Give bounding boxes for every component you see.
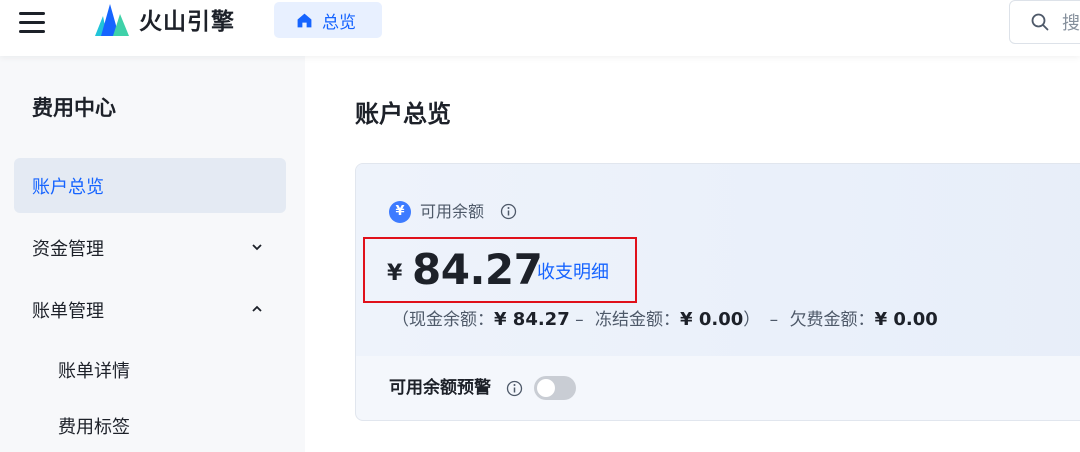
available-balance-amount: 84.27 bbox=[412, 245, 543, 294]
transaction-details-link[interactable]: 收支明细 bbox=[537, 258, 609, 284]
sidebar-item-account-overview[interactable]: 账户总览 bbox=[14, 158, 286, 213]
sidebar: 费用中心 账户总览 资金管理 账单管理 账单详情 费用标签 bbox=[0, 56, 305, 452]
sidebar-item-label: 账户总览 bbox=[32, 176, 104, 198]
debt-amount-label: 欠费金额： bbox=[789, 310, 875, 330]
home-icon bbox=[297, 13, 312, 27]
yen-icon: ¥ bbox=[389, 201, 411, 223]
search-icon bbox=[1031, 13, 1049, 31]
balance-breakdown: （现金余额：¥ 84.27 – 冻结金额：¥ 0.00） – 欠费金额：¥ 0.… bbox=[392, 308, 938, 332]
breakdown-close: ） bbox=[743, 310, 761, 330]
breakdown-sep: – bbox=[569, 310, 590, 330]
frozen-amount-value: ¥ 0.00 bbox=[680, 309, 744, 330]
top-bar: 火山引擎 总览 搜 bbox=[0, 0, 1080, 56]
tab-overview[interactable]: 总览 bbox=[274, 2, 382, 38]
search-placeholder: 搜 bbox=[1062, 13, 1080, 34]
balance-alert-toggle[interactable] bbox=[534, 376, 576, 400]
frozen-amount-label: 冻结金额： bbox=[595, 310, 681, 330]
balance-alert-label: 可用余额预警 bbox=[389, 378, 491, 398]
info-icon[interactable] bbox=[506, 380, 523, 397]
sidebar-subitem-cost-tags[interactable]: 费用标签 bbox=[58, 413, 130, 439]
breakdown-sep: – bbox=[764, 310, 784, 330]
sidebar-subitem-bill-details[interactable]: 账单详情 bbox=[58, 357, 130, 383]
cash-balance-value: ¥ 84.27 bbox=[494, 309, 570, 330]
sidebar-item-label: 账单管理 bbox=[32, 300, 104, 322]
available-balance-label: 可用余额 bbox=[420, 202, 485, 221]
sidebar-item-fund-management[interactable]: 资金管理 bbox=[14, 220, 286, 275]
tab-overview-label: 总览 bbox=[322, 12, 356, 33]
menu-icon[interactable] bbox=[19, 10, 47, 34]
search-input[interactable]: 搜 bbox=[1009, 0, 1080, 44]
info-icon[interactable] bbox=[500, 203, 517, 220]
brand-name[interactable]: 火山引擎 bbox=[139, 4, 235, 40]
sidebar-title: 费用中心 bbox=[32, 96, 116, 120]
toggle-knob bbox=[537, 379, 555, 397]
page-title: 账户总览 bbox=[355, 100, 451, 128]
currency-symbol: ¥ bbox=[387, 261, 403, 286]
breakdown-open: （现金余额： bbox=[392, 310, 494, 330]
sidebar-item-bill-management[interactable]: 账单管理 bbox=[14, 282, 286, 337]
chevron-up-icon bbox=[252, 305, 262, 312]
debt-amount-value: ¥ 0.00 bbox=[874, 309, 938, 330]
balance-card: ¥ 可用余额 ¥ 84.27 收支明细 （现金余额：¥ 84.27 – 冻结金额… bbox=[355, 163, 1080, 421]
logo-icon bbox=[95, 4, 129, 36]
sidebar-item-label: 资金管理 bbox=[32, 238, 104, 260]
chevron-down-icon bbox=[252, 244, 262, 251]
